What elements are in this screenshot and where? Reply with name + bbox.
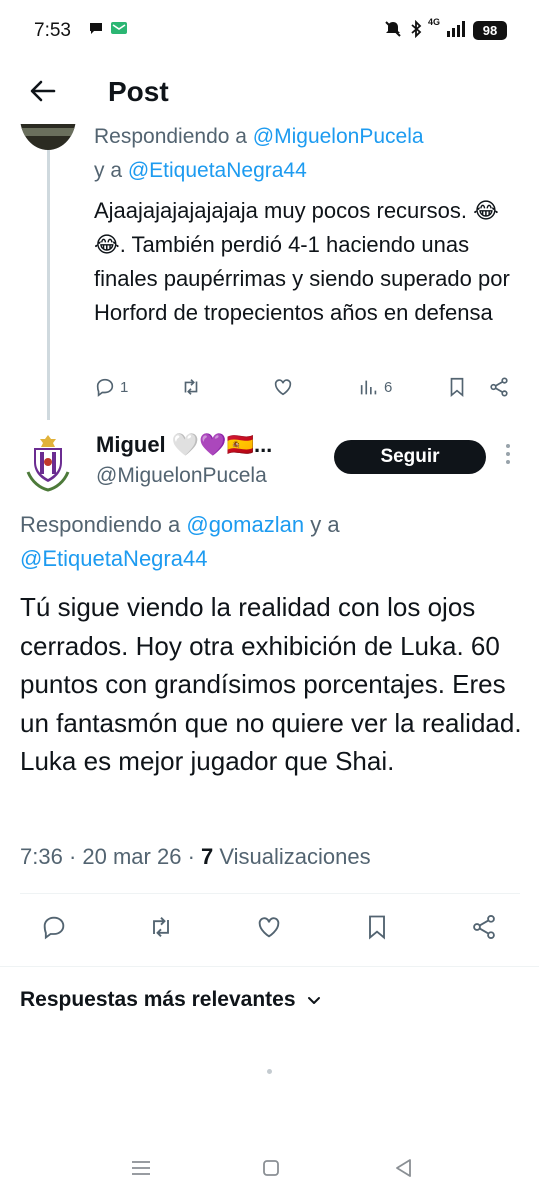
- post-action-bar: [0, 912, 539, 948]
- post-time: 7:36: [20, 844, 63, 869]
- share-icon: [473, 914, 495, 940]
- page-title: Post: [108, 76, 169, 107]
- recent-apps-icon[interactable]: [127, 1154, 155, 1182]
- mail-notification-icon: [110, 20, 128, 41]
- bookmark-icon: [450, 377, 464, 398]
- replying-to-line-2: y a @EtiquetaNegra44: [94, 159, 307, 182]
- like-icon: [258, 917, 280, 938]
- divider: [20, 893, 520, 894]
- mute-icon: [384, 20, 402, 43]
- home-icon[interactable]: [257, 1154, 285, 1182]
- reply-action-bar: 1 6: [94, 372, 524, 402]
- follow-button[interactable]: Seguir: [334, 440, 486, 474]
- thread-line: [47, 150, 50, 420]
- bookmark-button[interactable]: [446, 372, 468, 402]
- replying-to-line: Respondiendo a @gomazlan y a @EtiquetaNe…: [20, 512, 340, 571]
- display-name[interactable]: Miguel 🤍💜🇪🇸...: [96, 432, 272, 458]
- chat-notification-icon: [88, 20, 104, 41]
- section-divider: [0, 966, 539, 967]
- signal-icon: [446, 20, 468, 43]
- replies-sort-dropdown[interactable]: Respuestas más relevantes: [20, 988, 322, 1012]
- nav-back-icon[interactable]: [390, 1154, 418, 1182]
- back-arrow-icon[interactable]: [28, 76, 58, 106]
- post-meta: 7:36 · 20 mar 26 · 7 Visualizaciones: [20, 844, 371, 869]
- mention-link[interactable]: @EtiquetaNegra44: [128, 159, 307, 182]
- battery-indicator: 98: [473, 21, 507, 40]
- mention-link[interactable]: @MiguelonPucela: [253, 125, 424, 148]
- bookmark-button[interactable]: [363, 912, 391, 942]
- reply-button[interactable]: 1: [94, 372, 128, 402]
- system-nav-bar: [0, 1140, 539, 1200]
- reply-button[interactable]: [40, 912, 68, 942]
- share-button[interactable]: [470, 912, 498, 942]
- network-type: 4G: [428, 17, 441, 27]
- views-button[interactable]: 6: [358, 372, 392, 402]
- parent-reply[interactable]: Respondiendo a @MiguelonPucela y a @Etiq…: [0, 124, 539, 424]
- loading-indicator: [267, 1069, 272, 1074]
- chevron-down-icon: [307, 997, 320, 1004]
- user-handle[interactable]: @MiguelonPucela: [96, 464, 267, 488]
- reply-text: Ajaajajajajajajaja muy pocos recursos. 😂…: [94, 198, 510, 325]
- page-header: Post: [0, 62, 539, 124]
- reply-icon: [96, 378, 114, 397]
- mention-link[interactable]: @gomazlan: [186, 512, 304, 537]
- views-icon: [360, 380, 377, 395]
- post-date: 20 mar 26: [82, 844, 182, 869]
- more-icon[interactable]: [503, 444, 513, 470]
- avatar[interactable]: [20, 124, 76, 150]
- bluetooth-icon: [410, 19, 422, 43]
- mention-link[interactable]: @EtiquetaNegra44: [20, 546, 207, 571]
- share-button[interactable]: [488, 372, 510, 402]
- repost-icon: [184, 379, 198, 395]
- views-label[interactable]: Visualizaciones: [213, 844, 370, 869]
- status-time: 7:53: [34, 20, 71, 41]
- repost-icon: [153, 917, 169, 937]
- replying-to-line: Respondiendo a @MiguelonPucela: [94, 125, 424, 148]
- like-button[interactable]: [272, 372, 294, 402]
- post-text: Tú sigue viendo la realidad con los ojos…: [20, 592, 522, 776]
- avatar[interactable]: [22, 432, 74, 492]
- reply-count: 1: [120, 378, 129, 396]
- views-count: 7: [201, 844, 214, 869]
- view-count: 6: [384, 378, 393, 396]
- like-icon: [274, 379, 292, 396]
- share-icon: [490, 377, 508, 397]
- repost-button[interactable]: [180, 372, 202, 402]
- bookmark-icon: [369, 915, 385, 940]
- reply-icon: [43, 916, 65, 940]
- status-bar: 7:53 4G 98: [0, 0, 539, 62]
- replies-sort-label: Respuestas más relevantes: [20, 988, 296, 1011]
- like-button[interactable]: [255, 912, 283, 942]
- repost-button[interactable]: [147, 912, 175, 942]
